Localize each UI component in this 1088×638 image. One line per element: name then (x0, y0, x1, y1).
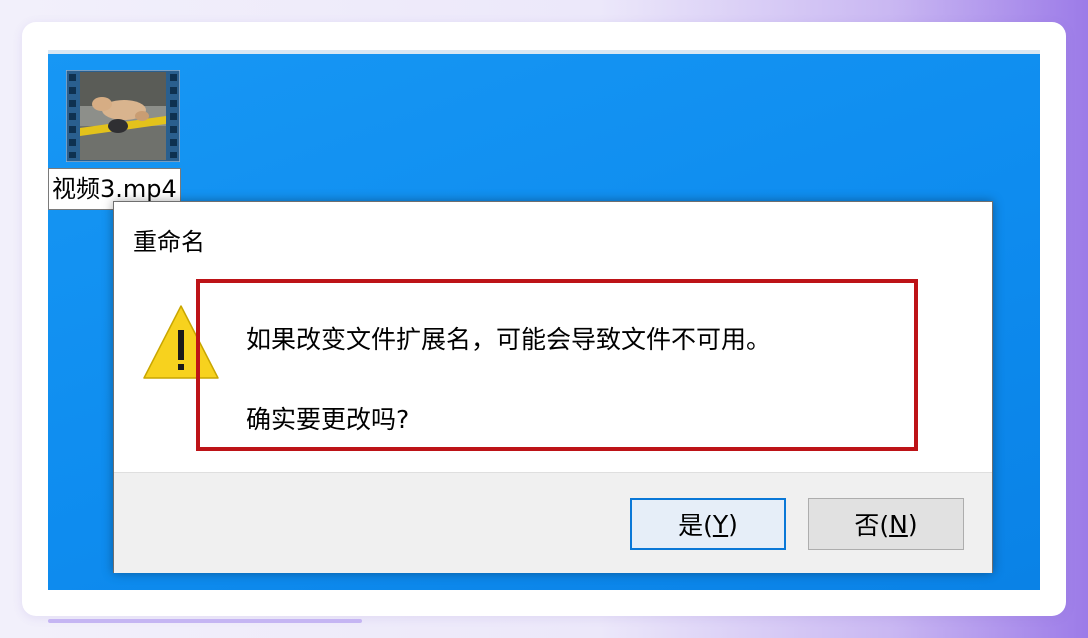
confirm-question: 确实要更改吗? (246, 405, 410, 434)
no-button-suffix: ) (907, 509, 918, 539)
yes-button-mnemonic: Y (712, 509, 729, 539)
video-file-icon[interactable] (66, 70, 180, 162)
decorative-bar (48, 619, 362, 623)
dialog-title: 重命名 (133, 228, 205, 256)
no-button-label: 否( (854, 511, 890, 540)
no-button-mnemonic: N (889, 509, 908, 539)
yes-button-label: 是( (678, 511, 713, 540)
file-name-text: 视频3.mp4 (52, 175, 177, 203)
warning-message: 如果改变文件扩展名，可能会导致文件不可用。 (246, 325, 772, 354)
dialog-footer: 是(Y) 否(N) (114, 472, 992, 573)
no-button[interactable]: 否(N) (808, 498, 964, 550)
rename-dialog: 重命名 如果改变文件扩展名，可能会导致文件不可用。 确实要更改吗? 是(Y) 否… (113, 201, 993, 573)
desktop-top-strip (48, 50, 1040, 54)
desktop: 视频3.mp4 重命名 如果改变文件扩展名，可能会导致文件不可用。 确实要更改吗… (48, 50, 1040, 590)
yes-button[interactable]: 是(Y) (630, 498, 786, 550)
yes-button-suffix: ) (728, 509, 738, 539)
